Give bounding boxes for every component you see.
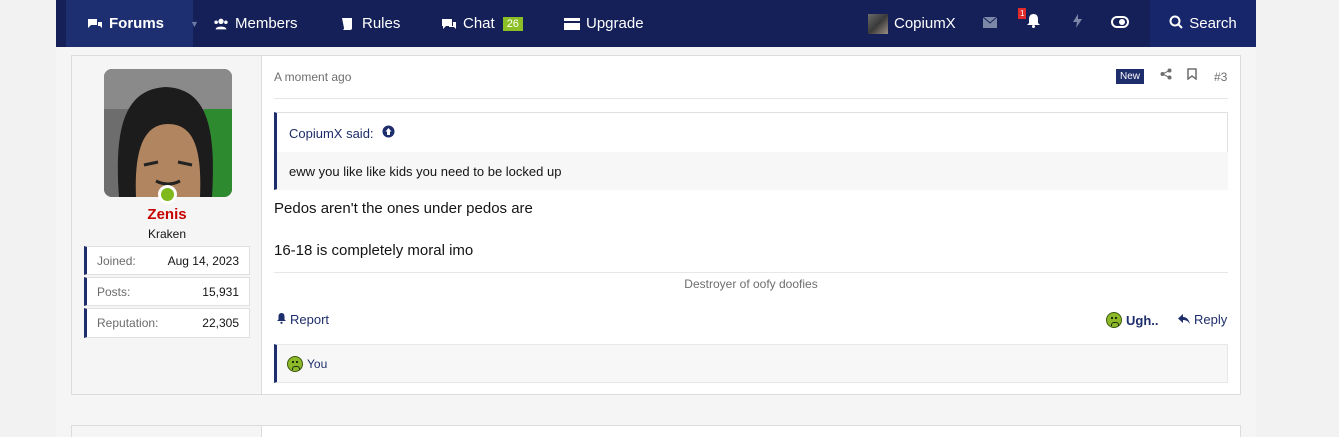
chat-count-badge: 26: [502, 16, 523, 31]
chat-icon: [441, 16, 457, 32]
bolt-icon: [1072, 14, 1082, 33]
divider: [274, 98, 1228, 99]
poster-username[interactable]: Zenis: [72, 206, 262, 223]
stat-value: 22,305: [202, 316, 239, 330]
stat-label: Posts:: [97, 284, 131, 299]
nav-alerts[interactable]: 1: [1018, 0, 1048, 47]
sick-face-icon: [1106, 312, 1122, 328]
reply-label: Reply: [1194, 312, 1228, 327]
poster-title: Kraken: [147, 227, 187, 241]
share-icon[interactable]: [1160, 68, 1172, 83]
nav-rules-label: Rules: [362, 15, 401, 32]
stat-joined: Joined: Aug 14, 2023: [84, 246, 250, 275]
nav-chat-label: Chat: [463, 15, 495, 32]
nav-forums-label: Forums: [109, 15, 165, 32]
page-wrapper: Forums ▼ Members Rules Chat 26 Upgrade C…: [56, 0, 1256, 437]
post-user-column: Zenis Kraken Joined: Aug 14, 2023 Posts:…: [72, 56, 262, 394]
users-icon: [213, 16, 229, 32]
reaction-button[interactable]: Ugh..: [1106, 312, 1159, 328]
stat-value: 15,931: [202, 284, 239, 299]
quote-header[interactable]: CopiumX said:: [289, 125, 395, 141]
reactions-bar[interactable]: You: [274, 344, 1228, 383]
scroll-icon: [340, 16, 356, 32]
next-post-user-column: [72, 426, 262, 437]
nav-theme-toggle[interactable]: [1105, 0, 1135, 47]
bookmark-icon[interactable]: [1187, 68, 1197, 83]
credit-card-icon: [564, 16, 580, 32]
post-text-line: 16-18 is completely moral imo: [274, 242, 474, 259]
reply-icon: [1178, 312, 1190, 327]
sick-face-icon: [287, 355, 303, 372]
nav-inbox[interactable]: [975, 0, 1005, 47]
reaction-label: Ugh..: [1126, 312, 1159, 328]
quote-author: CopiumX said:: [289, 125, 374, 141]
signature: Destroyer of oofy doofies: [684, 277, 818, 291]
stat-value: Aug 14, 2023: [167, 253, 239, 268]
new-badge: New: [1116, 69, 1145, 84]
stat-posts: Posts: 15,931: [84, 277, 250, 306]
nav-upgrade-label: Upgrade: [586, 15, 644, 32]
post-timestamp[interactable]: A moment ago: [274, 70, 351, 84]
post-text-line: Pedos aren't the ones under pedos are: [274, 200, 533, 217]
stat-label: Reputation:: [97, 316, 159, 330]
nav-members-label: Members: [235, 15, 298, 32]
quote-text: eww you like like kids you need to be lo…: [277, 152, 1228, 190]
nav-username: CopiumX: [894, 15, 956, 32]
quote-block: CopiumX said: eww you like like kids you…: [274, 112, 1228, 190]
next-post: [71, 425, 1241, 437]
nav-upgrade[interactable]: Upgrade: [564, 0, 644, 47]
nav-account[interactable]: CopiumX: [868, 0, 956, 47]
nav-search-label: Search: [1189, 15, 1237, 32]
post-number-link[interactable]: #3: [1214, 70, 1227, 84]
user-avatar: [868, 13, 888, 34]
alert-count-badge: 1: [1018, 8, 1027, 19]
comments-icon: [87, 16, 103, 32]
online-indicator: [158, 185, 177, 204]
poster-avatar[interactable]: [104, 69, 232, 197]
nav-members[interactable]: Members: [213, 0, 298, 47]
nav-chat[interactable]: Chat 26: [441, 0, 523, 47]
stat-label: Joined:: [97, 253, 136, 268]
stat-reputation: Reputation: 22,305: [84, 308, 250, 338]
envelope-icon: [982, 15, 998, 33]
nav-rules[interactable]: Rules: [340, 0, 400, 47]
signature-divider: [274, 272, 1228, 273]
nav-search[interactable]: Search: [1150, 0, 1256, 47]
reactions-by: You: [307, 356, 328, 371]
post-message: Zenis Kraken Joined: Aug 14, 2023 Posts:…: [71, 55, 1241, 395]
report-button[interactable]: Report: [277, 312, 329, 327]
nav-whats-new[interactable]: [1062, 0, 1092, 47]
nav-forums[interactable]: Forums ▼: [66, 0, 199, 47]
chevron-down-icon[interactable]: ▼: [190, 19, 199, 29]
search-icon: [1169, 15, 1183, 33]
arrow-up-circle-icon[interactable]: [382, 125, 395, 141]
reply-button[interactable]: Reply: [1178, 312, 1227, 327]
navbar: Forums ▼ Members Rules Chat 26 Upgrade C…: [56, 0, 1256, 47]
bell-icon: [1026, 14, 1040, 33]
toggle-icon: [1111, 15, 1129, 33]
post-main: A moment ago New #3 CopiumX said: eww yo…: [274, 56, 1229, 394]
bell-icon: [277, 312, 286, 327]
report-label: Report: [290, 312, 330, 327]
